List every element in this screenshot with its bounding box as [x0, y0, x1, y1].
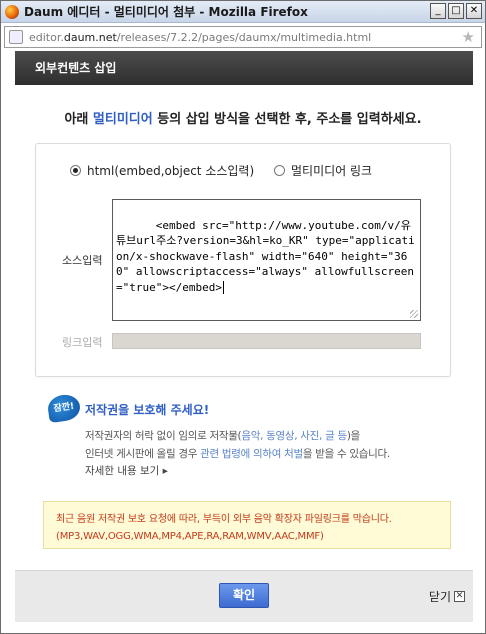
title-bar: Daum 에디터 - 멀티미디어 첨부 - Mozilla Firefox _ … [1, 1, 485, 23]
link-input[interactable] [112, 333, 421, 349]
instruction-highlight: 멀티미디어 [92, 112, 153, 127]
instruction-text: 아래 멀티미디어 등의 삽입 방식을 선택한 후, 주소를 입력하세요. [1, 108, 485, 127]
url-text[interactable]: editor.daum.net/releases/7.2.2/pages/dau… [29, 31, 371, 44]
instruction-pre: 아래 [64, 112, 93, 127]
url-host: daum.net [63, 30, 117, 44]
radio-html-source[interactable] [70, 165, 81, 176]
input-panel: html(embed,object 소스입력) 멀티미디어 링크 소스입력 <e… [35, 143, 451, 377]
option-html-source-label: html(embed,object 소스입력) [87, 164, 255, 178]
option-multimedia-link[interactable]: 멀티미디어 링크 [274, 162, 372, 179]
dialog-footer: 확인 닫기 ✕ [15, 570, 473, 622]
warning-line-1: 최근 음원 저작권 보호 요청에 따라, 부득이 외부 음악 확장자 파일링크를… [56, 514, 392, 525]
minimize-button[interactable]: _ [430, 3, 446, 19]
notice-badge-icon: 잠깐! [46, 392, 82, 424]
copyright-line-2-b: 을 받을 수 있습니다. [302, 448, 390, 460]
works-link[interactable]: 음악, 동영상, 사진, 글 등 [241, 430, 347, 442]
site-icon [9, 30, 23, 44]
close-label: 닫기 [428, 590, 451, 604]
option-html-source[interactable]: html(embed,object 소스입력) [70, 162, 254, 179]
copyright-line-1: 저작권자의 허락 없이 임의로 저작물(음악, 동영상, 사진, 글 등)을 [85, 428, 360, 443]
window-title: Daum 에디터 - 멀티미디어 첨부 - Mozilla Firefox [24, 5, 308, 19]
firefox-icon [5, 4, 19, 19]
address-bar[interactable]: editor.daum.net/releases/7.2.2/pages/dau… [4, 26, 482, 48]
link-label: 링크입력 [62, 336, 103, 349]
copyright-title: 저작권을 보호해 주세요! [85, 403, 210, 417]
radio-multimedia-link[interactable] [274, 165, 285, 176]
copyright-line-2-a: 인터넷 게시판에 올릴 경우 [85, 448, 201, 460]
close-dialog-button[interactable]: 닫기 ✕ [429, 588, 465, 605]
text-cursor [222, 280, 224, 294]
source-label: 소스입력 [62, 254, 103, 267]
warning-box: 최근 음원 저작권 보호 요청에 따라, 부득이 외부 음악 확장자 파일링크를… [43, 501, 451, 549]
close-window-button[interactable]: ✕ [466, 3, 482, 19]
confirm-button[interactable]: 확인 [219, 583, 269, 608]
resize-grip[interactable] [410, 310, 418, 318]
dialog-header: 외부컨텐츠 삽입 [15, 51, 473, 85]
warning-line-2: (MP3,WAV,OGG,WMA,MP4,APE,RA,RAM,WMV,AAC,… [56, 531, 324, 542]
law-link[interactable]: 관련 법령에 의하여 처벌 [200, 448, 303, 460]
bookmark-star-icon[interactable]: ★ [462, 28, 475, 46]
copyright-line-1-b: )을 [346, 430, 361, 442]
source-textarea[interactable]: <embed src="http://www.youtube.com/v/유튜브… [112, 199, 421, 321]
source-value: <embed src="http://www.youtube.com/v/유튜브… [116, 218, 415, 294]
copyright-line-1-a: 저작권자의 허락 없이 임의로 저작물( [85, 430, 242, 442]
url-prefix: editor. [29, 30, 64, 44]
window-controls: _ □ ✕ [430, 3, 482, 19]
maximize-button[interactable]: □ [448, 3, 464, 19]
more-info-link[interactable]: 자세한 내용 보기 ▸ [85, 463, 168, 478]
url-path: /releases/7.2.2/pages/daumx/multimedia.h… [116, 30, 372, 44]
close-icon: ✕ [454, 591, 465, 602]
option-multimedia-link-label: 멀티미디어 링크 [291, 164, 373, 178]
copyright-line-2: 인터넷 게시판에 올릴 경우 관련 법령에 의하여 처벌을 받을 수 있습니다. [85, 446, 390, 461]
instruction-post: 등의 삽입 방식을 선택한 후, 주소를 입력하세요. [152, 112, 422, 127]
browser-window: Daum 에디터 - 멀티미디어 첨부 - Mozilla Firefox _ … [0, 0, 486, 634]
